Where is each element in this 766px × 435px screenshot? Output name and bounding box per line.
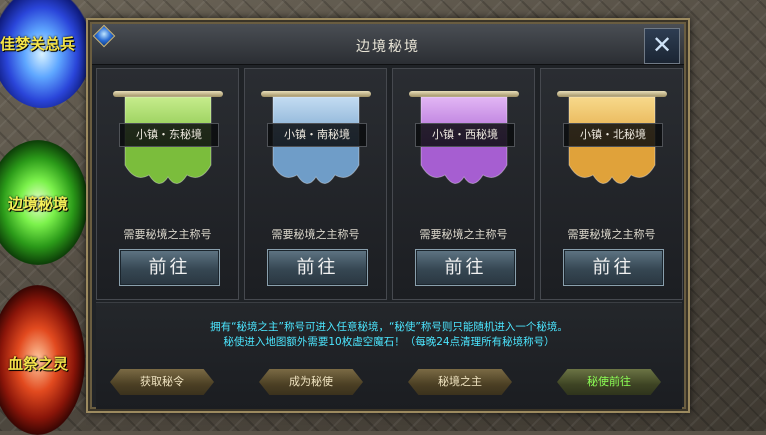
realm-name: 小镇・西秘境 — [415, 123, 515, 147]
realm-requirement: 需要秘境之主称号 — [567, 228, 656, 241]
realm-master-button[interactable]: 秘境之主 — [408, 369, 512, 395]
dialog-title-bar: 边境秘境 ✕ — [92, 24, 684, 65]
realm-requirement: 需要秘境之主称号 — [419, 228, 508, 241]
get-token-button[interactable]: 获取秘令 — [110, 369, 214, 395]
realm-panel-north: 小镇・北秘境 需要秘境之主称号 前往 — [540, 68, 683, 300]
envoy-go-button[interactable]: 秘使前往 — [557, 369, 661, 395]
realm-name: 小镇・南秘境 — [267, 123, 367, 147]
portal-label-green: 边境秘境 — [8, 195, 69, 213]
info-line-1: 拥有“秘境之主”称号可进入任意秘境，“秘使”称号则只能随机进入一个秘境。 — [210, 321, 568, 333]
realm-dialog: 边境秘境 ✕ 小镇・东秘境 需要秘境之主称号 前往 小镇・南秘境 需要秘境之主称… — [86, 18, 690, 413]
go-button-west[interactable]: 前往 — [415, 249, 516, 286]
portal-label-red: 血祭之灵 — [8, 355, 69, 373]
go-button-north[interactable]: 前往 — [563, 249, 664, 286]
realm-panel-east: 小镇・东秘境 需要秘境之主称号 前往 — [96, 68, 239, 300]
portal-label-blue: 佳梦关总兵 — [0, 35, 76, 53]
become-envoy-button[interactable]: 成为秘使 — [259, 369, 363, 395]
realm-requirement: 需要秘境之主称号 — [271, 228, 360, 241]
realm-panel-west: 小镇・西秘境 需要秘境之主称号 前往 — [392, 68, 535, 300]
realm-name: 小镇・东秘境 — [119, 123, 219, 147]
dialog-title: 边境秘境 — [356, 39, 420, 55]
realm-requirement: 需要秘境之主称号 — [123, 228, 212, 241]
go-button-south[interactable]: 前往 — [267, 249, 368, 286]
info-line-2: 秘使进入地图额外需要10枚虚空魔石！（每晚24点清理所有秘境称号） — [223, 336, 555, 348]
go-button-east[interactable]: 前往 — [119, 249, 220, 286]
realm-panel-south: 小镇・南秘境 需要秘境之主称号 前往 — [244, 68, 387, 300]
close-button[interactable]: ✕ — [644, 28, 680, 64]
info-area: 拥有“秘境之主”称号可进入任意秘境，“秘使”称号则只能随机进入一个秘境。 秘使进… — [96, 302, 682, 409]
realm-name: 小镇・北秘境 — [563, 123, 663, 147]
close-icon: ✕ — [651, 31, 673, 59]
